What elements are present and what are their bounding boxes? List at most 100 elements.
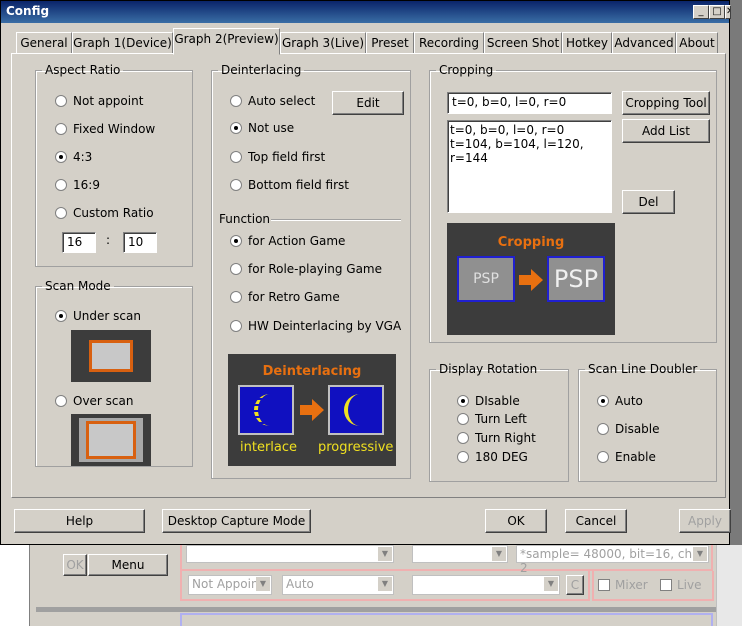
radio-icon (457, 451, 469, 463)
bg-menu-button[interactable]: Menu (88, 554, 168, 576)
bg-ok-button[interactable]: OK (63, 554, 87, 576)
help-button[interactable]: Help (14, 509, 145, 533)
deinterlacing-image-title: Deinterlacing (262, 364, 362, 379)
radio-rpg-game[interactable]: for Role-playing Game (230, 262, 382, 276)
scan-mode-legend: Scan Mode (45, 279, 111, 293)
radio-top-field-first[interactable]: Top field first (230, 150, 325, 164)
apply-button[interactable]: Apply (679, 509, 731, 533)
close-button[interactable]: ✕ (725, 5, 731, 19)
radio-action-game[interactable]: for Action Game (230, 234, 345, 248)
radio-bottom-field-first[interactable]: Bottom field first (230, 178, 349, 192)
bg-sample-combo[interactable]: *sample= 48000, bit=16, ch= 2 ▼ (516, 545, 709, 575)
deinterlacing-legend: Deinterlacing (221, 63, 302, 77)
list-item[interactable]: t=104, b=104, l=120, r=144 (450, 137, 609, 165)
window-title: Config (6, 4, 50, 18)
radio-icon (55, 95, 67, 107)
scan-line-doubler-legend: Scan Line Doubler (588, 362, 698, 376)
radio-under-scan[interactable]: Under scan (55, 309, 141, 323)
psp-small-image: PSP (457, 256, 515, 302)
background-app: OK Menu ▼ ▼ *sample= 48000, bit=16, ch= … (0, 545, 742, 626)
radio-icon (55, 207, 67, 219)
radio-selected-icon (597, 395, 609, 407)
bg-auto-combo[interactable]: Auto ▼ (282, 575, 394, 595)
radio-doubler-auto[interactable]: Auto (597, 394, 643, 408)
minimize-button[interactable]: _ (693, 5, 709, 19)
bg-live-checkbox[interactable] (660, 579, 672, 591)
bg-scrollbar[interactable] (716, 545, 742, 626)
ratio-colon: : (106, 233, 111, 247)
list-item[interactable]: t=0, b=0, l=0, r=0 (450, 123, 609, 137)
radio-auto-select[interactable]: Auto select (230, 94, 315, 108)
radio-custom-ratio[interactable]: Custom Ratio (55, 206, 154, 220)
under-scan-image (71, 330, 151, 382)
radio-icon (55, 123, 67, 135)
radio-icon (230, 320, 242, 332)
tab-preset[interactable]: Preset (366, 32, 414, 54)
radio-selected-icon (457, 395, 469, 407)
function-separator (271, 219, 401, 221)
psp-large-image: PSP (547, 256, 605, 302)
cancel-button[interactable]: Cancel (565, 509, 627, 533)
radio-180-deg[interactable]: 180 DEG (457, 450, 528, 464)
progressive-label: progressive (318, 440, 394, 455)
radio-16-9[interactable]: 16:9 (55, 178, 100, 192)
radio-turn-right[interactable]: Turn Right (457, 431, 536, 445)
display-rotation-legend: Display Rotation (439, 362, 538, 376)
tab-about[interactable]: About (676, 32, 718, 54)
ok-button[interactable]: OK (485, 509, 547, 533)
bg-c-button[interactable]: C (566, 575, 584, 595)
bg-combo-2[interactable]: ▼ (412, 545, 508, 563)
deinterlacing-image: Deinterlacing interlace progressive (228, 354, 396, 466)
interlace-label: interlace (240, 440, 298, 455)
radio-icon (230, 179, 242, 191)
bg-live-label: Live (677, 578, 702, 592)
radio-icon (457, 413, 469, 425)
bg-mixer-label: Mixer (615, 578, 648, 592)
tab-general[interactable]: General (16, 32, 72, 54)
radio-fixed-window[interactable]: Fixed Window (55, 122, 155, 136)
radio-turn-left[interactable]: Turn Left (457, 412, 527, 426)
radio-rotation-disable[interactable]: DIsable (457, 394, 520, 408)
radio-icon (230, 291, 242, 303)
radio-selected-icon (55, 310, 67, 322)
radio-icon (597, 423, 609, 435)
cropping-input[interactable]: t=0, b=0, l=0, r=0 (447, 92, 612, 114)
cropping-image: Cropping PSP PSP (447, 223, 615, 335)
radio-not-use[interactable]: Not use (230, 121, 294, 135)
over-scan-image (71, 414, 151, 466)
radio-icon (597, 451, 609, 463)
add-list-button[interactable]: Add List (622, 119, 710, 143)
cropping-list[interactable]: t=0, b=0, l=0, r=0 t=104, b=104, l=120, … (447, 120, 612, 213)
radio-over-scan[interactable]: Over scan (55, 394, 134, 408)
maximize-button[interactable]: □ (709, 5, 725, 19)
radio-4-3[interactable]: 4:3 (55, 150, 92, 164)
edit-button[interactable]: Edit (332, 91, 404, 115)
radio-selected-icon (230, 122, 242, 134)
arrow-icon (519, 269, 543, 294)
title-bar: Config (1, 1, 729, 23)
tab-advanced[interactable]: Advanced (612, 32, 676, 54)
progressive-moon-icon (328, 385, 384, 435)
ratio-width-input[interactable]: 16 (62, 232, 96, 253)
bg-combo-3[interactable]: ▼ (412, 575, 560, 595)
tab-screenshot[interactable]: Screen Shot (484, 32, 562, 54)
tab-graph2[interactable]: Graph 2(Preview) (173, 28, 280, 55)
tab-graph1[interactable]: Graph 1(Device) (72, 32, 173, 54)
del-button[interactable]: Del (622, 190, 675, 214)
radio-doubler-disable[interactable]: Disable (597, 422, 660, 436)
radio-doubler-enable[interactable]: Enable (597, 450, 656, 464)
radio-not-appoint[interactable]: Not appoint (55, 94, 143, 108)
cropping-image-title: Cropping (497, 235, 565, 250)
tab-graph3[interactable]: Graph 3(Live) (280, 32, 366, 54)
tab-hotkey[interactable]: Hotkey (562, 32, 612, 54)
radio-hw-deinterlacing[interactable]: HW Deinterlacing by VGA (230, 319, 401, 333)
desktop-capture-mode-button[interactable]: Desktop Capture Mode (162, 509, 311, 533)
bg-not-appoint-combo[interactable]: Not Appoint ▼ (188, 575, 272, 595)
ratio-height-input[interactable]: 10 (123, 232, 157, 253)
cropping-tool-button[interactable]: Cropping Tool (622, 91, 710, 115)
bg-mixer-checkbox[interactable] (598, 579, 610, 591)
bg-combo-1[interactable]: ▼ (186, 545, 394, 563)
radio-retro-game[interactable]: for Retro Game (230, 290, 340, 304)
function-label: Function (219, 212, 271, 226)
tab-recording[interactable]: Recording (414, 32, 484, 54)
